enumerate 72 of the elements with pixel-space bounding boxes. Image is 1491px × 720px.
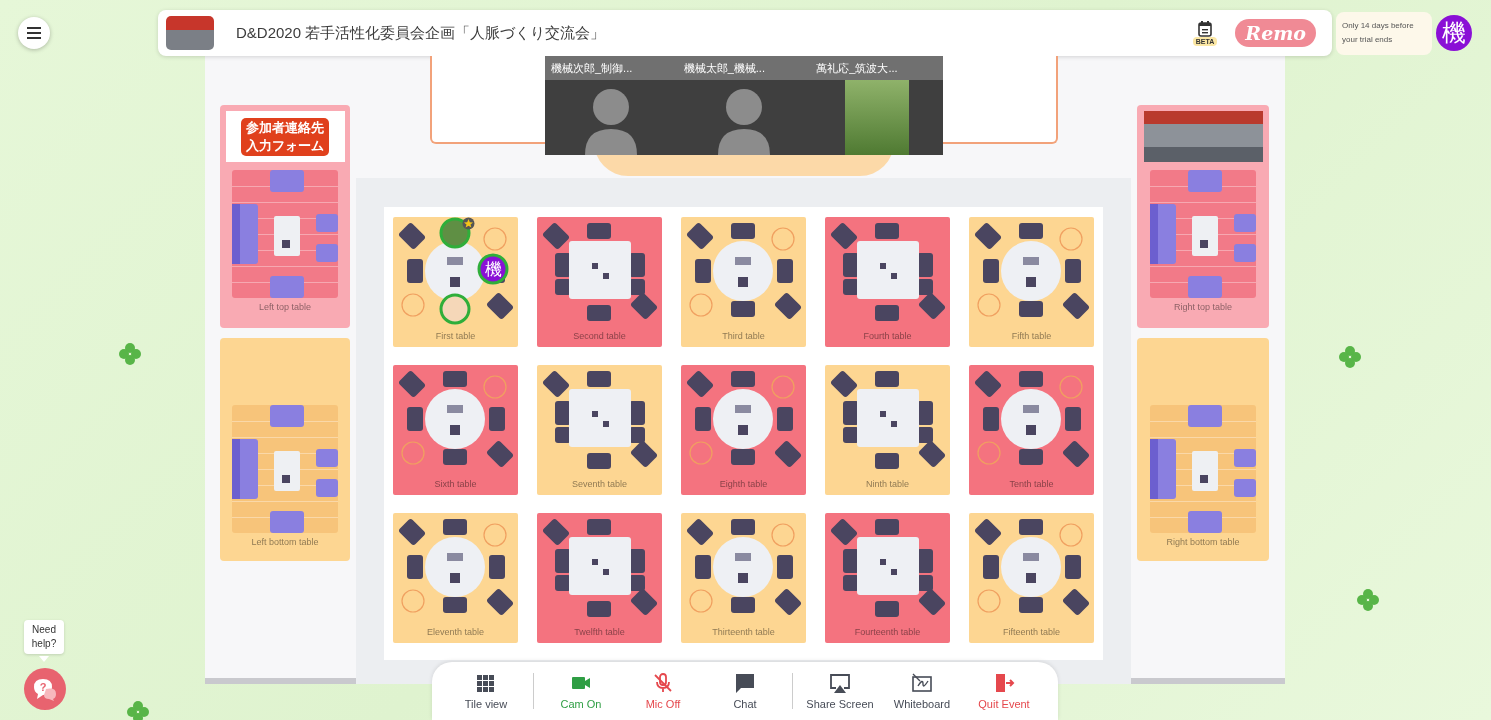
table-card[interactable]: Second table (537, 217, 662, 347)
toolbar-button[interactable]: Cam On (540, 672, 622, 710)
table-label: Eleventh table (426, 627, 484, 637)
remo-logo: Remo (1235, 19, 1316, 47)
menu-button[interactable] (18, 17, 50, 49)
exit-door-icon (993, 672, 1015, 694)
table-card[interactable]: Eighth table (681, 365, 806, 495)
toolbar-button[interactable]: Chat (704, 672, 786, 710)
toolbar-button[interactable]: Tile view (445, 672, 527, 710)
table-label: Fourteenth table (854, 627, 921, 637)
grid-icon (475, 672, 497, 694)
whiteboard-icon (911, 672, 933, 694)
table-label: Sixth table (434, 479, 477, 489)
table-label: First table (435, 331, 476, 341)
table-card[interactable]: Third table (681, 217, 806, 347)
video-name: 機械次郎_制御... (545, 56, 678, 80)
trial-notice: Only 14 days before your trial ends (1336, 11, 1432, 55)
toolbar-button[interactable]: Whiteboard (881, 672, 963, 710)
table-label: Ninth table (866, 479, 909, 489)
table-label: Fourth table (863, 331, 912, 341)
table-label: Right bottom table (1166, 537, 1240, 547)
table-card[interactable]: Fifth table (969, 217, 1094, 347)
table-card[interactable]: Fourteenth table (825, 513, 950, 643)
menu-icon (27, 27, 41, 39)
muted-microphone-icon (652, 672, 674, 694)
table-card[interactable]: Sixth table (393, 365, 518, 495)
toolbar-button[interactable]: Mic Off (622, 672, 704, 710)
event-title: D&D2020 若手活性化委員会企画「人脈づくり交流会」 (236, 23, 607, 43)
table-label: Tenth table (1009, 479, 1054, 489)
user-avatar[interactable]: 機 (1436, 15, 1472, 51)
table-label: Left top table (258, 302, 311, 312)
table-label: Left bottom table (251, 537, 319, 547)
table-card[interactable]: Ninth table (825, 365, 950, 495)
clover-icon (126, 700, 150, 720)
help-button[interactable]: ? (24, 668, 66, 710)
table-card[interactable]: Tenth table (969, 365, 1094, 495)
calendar-icon (1198, 20, 1213, 37)
table-card[interactable]: Seventh table (537, 365, 662, 495)
table-label: Third table (722, 331, 765, 341)
table-label: Seventh table (571, 479, 627, 489)
table-label: Second table (573, 331, 626, 341)
clover-icon (118, 342, 142, 366)
video-name: 機械太郎_機械... (677, 56, 811, 80)
table-card[interactable]: 機 First table (393, 217, 518, 347)
table-label: Fifteenth table (1002, 627, 1060, 637)
participant-avatar[interactable]: 機 (477, 253, 509, 285)
screen-share-icon (829, 672, 851, 694)
table-card[interactable]: Thirteenth table (681, 513, 806, 643)
video-name: 萬礼応_筑波大... (810, 56, 943, 80)
table-card[interactable]: Twelfth table (537, 513, 662, 643)
table-card[interactable]: Fourth table (825, 217, 950, 347)
side-table[interactable]: Right bottom table (1137, 338, 1269, 561)
side-table[interactable]: 参加者連絡先入力フォーム Left top table (220, 105, 350, 328)
event-thumbnail (166, 16, 214, 50)
table-label: Thirteenth table (712, 627, 775, 637)
toolbar-button[interactable]: Share Screen (799, 672, 881, 710)
table-label: Eighth table (719, 479, 768, 489)
chat-icon (734, 672, 756, 694)
table-card[interactable]: Fifteenth table (969, 513, 1094, 643)
toolbar-button[interactable]: Quit Event (963, 672, 1045, 710)
table-label: Twelfth table (574, 627, 625, 637)
table-label: Fifth table (1011, 331, 1052, 341)
form-banner[interactable]: 参加者連絡先入力フォーム (241, 117, 329, 156)
participant-avatar[interactable] (439, 217, 471, 249)
table-card[interactable]: Eleventh table (393, 513, 518, 643)
table-label: Right top table (1173, 302, 1232, 312)
side-table[interactable]: Right top table (1137, 105, 1269, 328)
side-table[interactable]: Left bottom table (220, 338, 350, 561)
tooltip-pointer (39, 656, 49, 662)
clover-icon (1338, 345, 1362, 369)
help-tooltip: Need help? (24, 620, 64, 654)
clover-icon (1356, 588, 1380, 612)
